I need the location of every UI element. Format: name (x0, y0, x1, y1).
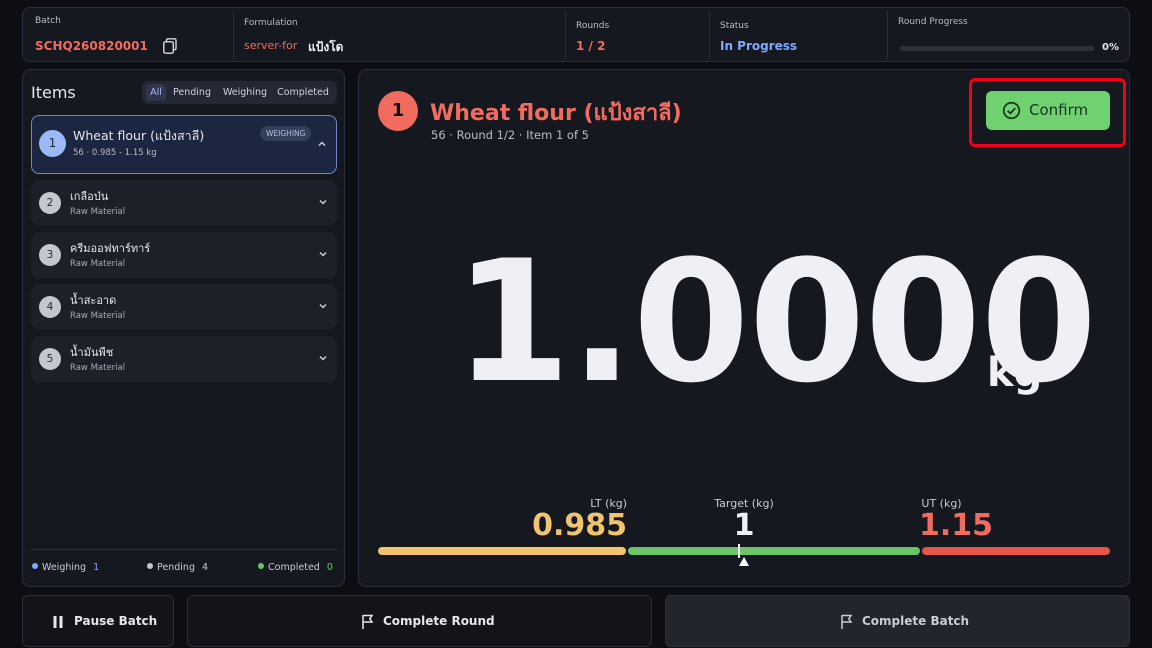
legend-weighing: Weighing 1 (32, 562, 99, 573)
status-cell: Status In Progress (710, 8, 886, 61)
batch-header: Batch SCHQ260820001 Formulation server-f… (22, 7, 1130, 62)
item-number: 5 (39, 348, 61, 370)
current-item-title: Wheat flour (แป้งสาลี) (430, 101, 682, 126)
items-panel: Items All Pending Weighing Completed 1 W… (22, 69, 345, 587)
acceptable-range-segment (628, 547, 920, 555)
item-number: 1 (39, 130, 66, 157)
progress-percent: 0% (1102, 42, 1119, 53)
complete-batch-label: Complete Batch (862, 614, 970, 628)
complete-round-button[interactable]: Complete Round (187, 595, 652, 647)
flag-icon (841, 614, 853, 629)
chevron-down-icon[interactable] (318, 301, 328, 311)
list-item-2[interactable]: 2 เกลือป่น Raw Material (31, 180, 337, 226)
list-item-3[interactable]: 3 ครีมออฟทาร์ทาร์ Raw Material (31, 232, 337, 278)
legend-completed-count: 0 (326, 562, 333, 573)
confirm-button[interactable]: Confirm (986, 91, 1110, 130)
flag-icon (362, 614, 374, 629)
lt-value: 0.985 (532, 508, 627, 543)
legend-divider (31, 549, 337, 550)
batch-cell: Batch SCHQ260820001 (23, 8, 233, 61)
current-item-subtitle: 56 · Round 1/2 · Item 1 of 5 (431, 128, 589, 142)
list-item-5[interactable]: 5 น้ำมันพืช Raw Material (31, 336, 337, 382)
chevron-down-icon[interactable] (318, 197, 328, 207)
pause-batch-button[interactable]: Pause Batch (22, 595, 174, 647)
ut-value: 1.15 (919, 508, 994, 543)
rounds-label: Rounds (576, 21, 610, 31)
item-subtitle: Raw Material (70, 259, 126, 269)
lower-tolerance-segment (378, 547, 626, 555)
list-item-4[interactable]: 4 น้ำสะอาด Raw Material (31, 284, 337, 330)
status-badge: WEIGHING (260, 126, 312, 141)
legend-pending-count: 4 (202, 562, 209, 573)
progress-label: Round Progress (898, 17, 968, 27)
legend-completed-label: Completed (268, 562, 320, 573)
item-name: น้ำสะอาด (70, 294, 117, 307)
chevron-down-icon[interactable] (318, 353, 328, 363)
weighing-dot (32, 563, 38, 569)
upper-tolerance-segment (922, 547, 1110, 555)
status-value: In Progress (720, 39, 798, 53)
status-label: Status (720, 21, 749, 31)
filter-tab-all[interactable]: All (146, 84, 166, 101)
current-weight-pointer-icon (739, 557, 749, 566)
formulation-cell: Formulation server-for แป้งโด (234, 8, 564, 61)
filter-tab-weighing[interactable]: Weighing (220, 84, 270, 101)
pause-icon (53, 616, 63, 628)
legend-completed: Completed 0 (258, 562, 333, 573)
batch-label: Batch (35, 16, 61, 26)
check-circle-icon (1002, 101, 1021, 120)
list-item-1[interactable]: 1 Wheat flour (แป้งสาลี) 56 · 0.985 - 1.… (31, 115, 337, 174)
complete-round-label: Complete Round (383, 614, 495, 628)
chevron-up-icon[interactable] (317, 139, 327, 149)
formulation-name: แป้งโด (308, 40, 344, 54)
filter-tab-pending[interactable]: Pending (170, 84, 214, 101)
filter-tabs: All Pending Weighing Completed (142, 81, 337, 104)
item-number: 3 (39, 244, 61, 266)
progress-cell: Round Progress 0% (888, 8, 1130, 61)
batch-value: SCHQ260820001 (35, 39, 148, 53)
item-number: 4 (39, 296, 61, 318)
item-name: Wheat flour (แป้งสาลี) (73, 128, 205, 143)
rounds-cell: Rounds 1 / 2 (566, 8, 708, 61)
pending-dot (147, 563, 153, 569)
filter-tab-completed[interactable]: Completed (275, 84, 331, 101)
formulation-label: Formulation (244, 18, 298, 28)
item-subtitle: Raw Material (70, 311, 126, 321)
weight-unit: kg (987, 350, 1043, 396)
legend-pending: Pending 4 (147, 562, 208, 573)
legend-weighing-count: 1 (93, 562, 100, 573)
weighing-panel: 1 Wheat flour (แป้งสาลี) 56 · Round 1/2 … (358, 69, 1130, 587)
rounds-value: 1 / 2 (576, 39, 606, 53)
target-value: 1 (733, 508, 755, 543)
copy-icon[interactable] (163, 38, 177, 54)
legend-pending-label: Pending (157, 562, 195, 573)
item-name: น้ำมันพืช (70, 346, 114, 359)
complete-batch-button[interactable]: Complete Batch (665, 595, 1130, 647)
target-marker (738, 544, 740, 558)
item-name: ครีมออฟทาร์ทาร์ (70, 242, 151, 255)
pause-batch-label: Pause Batch (74, 614, 158, 628)
item-number: 2 (39, 192, 61, 214)
item-subtitle: Raw Material (70, 363, 126, 373)
current-item-number: 1 (378, 91, 418, 131)
formulation-code: server-for (244, 39, 298, 52)
item-name: เกลือป่น (70, 190, 109, 203)
legend-weighing-label: Weighing (42, 562, 87, 573)
completed-dot (258, 563, 264, 569)
confirm-label: Confirm (1029, 101, 1089, 119)
item-subtitle: 56 · 0.985 - 1.15 kg (73, 148, 157, 158)
round-progress-bar (900, 46, 1094, 51)
chevron-down-icon[interactable] (318, 249, 328, 259)
item-subtitle: Raw Material (70, 207, 126, 217)
items-title: Items (31, 83, 76, 102)
